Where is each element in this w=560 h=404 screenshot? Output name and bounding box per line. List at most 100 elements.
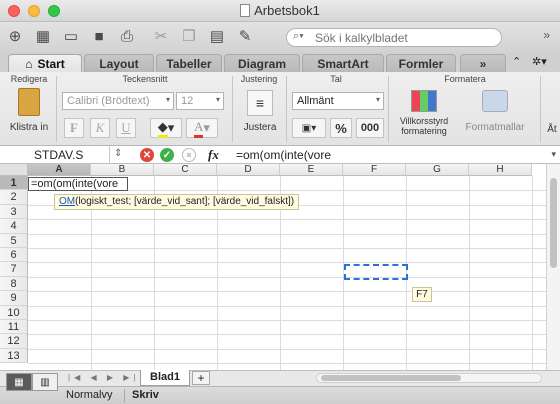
row-header-11[interactable]: 11 <box>0 320 28 335</box>
align-button[interactable]: ≡ Justera <box>238 90 282 133</box>
formula-input[interactable]: =om(om(inte(vore <box>236 148 331 162</box>
sheet-tab-blad1[interactable]: Blad1 <box>140 370 190 386</box>
toolbar-overflow-icon[interactable]: » <box>543 28 550 42</box>
row-header-6[interactable]: 6 <box>0 248 28 263</box>
paste-icon[interactable]: ▤ <box>206 26 228 46</box>
tab-label: Start <box>37 56 65 71</box>
search-box[interactable]: ⌕▾ <box>286 28 502 47</box>
column-header-d[interactable]: D <box>217 164 280 176</box>
next-group-label[interactable]: Åt <box>544 124 560 135</box>
horizontal-scroll-thumb[interactable] <box>321 375 461 381</box>
font-name-value: Calibri (Brödtext) <box>67 95 150 107</box>
spreadsheet-grid[interactable]: A B C D E F G H 1 2 3 4 5 6 7 8 9 10 11 12 13 =om(om(inte(vor… <box>0 164 546 370</box>
tab-smartart[interactable]: SmartArt <box>302 54 384 72</box>
tab-label: SmartArt <box>317 56 369 71</box>
new-document-icon[interactable]: ⊕ <box>4 26 26 46</box>
add-sheet-button[interactable]: + <box>192 371 210 385</box>
document-icon <box>240 4 251 17</box>
paste-button[interactable]: Klistra in <box>6 88 52 133</box>
currency-format-button[interactable]: ▣▾ <box>292 118 326 138</box>
templates-icon[interactable]: ▦ <box>32 26 54 46</box>
horizontal-scrollbar[interactable] <box>316 373 542 383</box>
print-icon[interactable]: ⎙ <box>116 26 138 46</box>
row-header-3[interactable]: 3 <box>0 204 28 220</box>
cancel-entry-icon[interactable]: ✕ <box>140 148 154 162</box>
fill-color-button[interactable]: ◆ ▾ <box>150 118 182 138</box>
page-layout-view-button[interactable]: ▥ <box>32 373 58 391</box>
column-header-a[interactable]: A <box>28 164 91 176</box>
search-input[interactable] <box>315 30 495 45</box>
italic-button[interactable]: K <box>90 118 110 138</box>
name-box[interactable]: STDAV.S <box>0 146 110 164</box>
thousands-separator-button[interactable]: 000 <box>356 118 384 138</box>
conditional-formatting-button[interactable]: Villkorsstyrd formatering <box>392 90 456 136</box>
cell-reference-tooltip: F7 <box>412 287 432 302</box>
marquee-selection-f7[interactable] <box>344 264 408 280</box>
sheet-navigation-arrows[interactable]: |◀ ◀ ▶ ▶| <box>68 373 139 382</box>
currency-icon: ▣▾ <box>301 122 317 134</box>
row-header-13[interactable]: 13 <box>0 348 28 364</box>
grid-row-line <box>28 348 546 350</box>
gear-icon[interactable]: ✲▾ <box>532 55 547 68</box>
bold-button[interactable]: F <box>64 118 84 138</box>
column-header-e[interactable]: E <box>280 164 343 176</box>
copy-icon[interactable]: ❐ <box>178 26 200 46</box>
tab-overflow[interactable]: » <box>460 54 506 72</box>
search-icon: ⌕▾ <box>293 30 304 42</box>
expand-formula-bar-icon[interactable]: ▾ <box>551 149 556 160</box>
insert-function-button[interactable]: fx <box>208 147 219 163</box>
conditional-formatting-label: Villkorsstyrd formatering <box>399 116 449 136</box>
row-header-5[interactable]: 5 <box>0 233 28 248</box>
ribbon-tabs: ⌂ Start Layout Tabeller Diagram SmartArt … <box>0 52 560 72</box>
percent-button[interactable]: % <box>330 118 352 138</box>
font-color-button[interactable]: A ▾ <box>186 118 218 138</box>
save-icon[interactable]: ■ <box>88 26 110 46</box>
collapse-ribbon-icon[interactable]: ⌃ <box>512 55 521 68</box>
name-box-stepper-icon[interactable]: ⇕ <box>114 148 122 159</box>
row-header-7[interactable]: 7 <box>0 262 28 277</box>
column-header-g[interactable]: G <box>406 164 469 176</box>
group-separator <box>540 76 541 142</box>
grid-row-line <box>28 262 546 264</box>
grid-row-line <box>28 320 546 321</box>
active-cell-a1[interactable]: =om(om(inte(vore <box>28 177 128 191</box>
tab-label: Diagram <box>237 56 287 71</box>
sheet-tab-bar: |◀ ◀ ▶ ▶| Blad1 + <box>0 370 560 386</box>
row-header-12[interactable]: 12 <box>0 334 28 349</box>
row-header-9[interactable]: 9 <box>0 291 28 306</box>
font-name-select[interactable]: Calibri (Brödtext) ▾ <box>62 92 174 110</box>
select-all-corner[interactable] <box>0 164 28 176</box>
normal-view-button[interactable]: ▦ <box>6 373 32 391</box>
chevron-down-icon: ▾ <box>215 95 220 104</box>
row-header-8[interactable]: 8 <box>0 276 28 292</box>
tab-tables[interactable]: Tabeller <box>156 54 222 72</box>
tab-layout[interactable]: Layout <box>84 54 154 72</box>
cut-icon[interactable]: ✂ <box>150 26 172 46</box>
format-painter-icon[interactable]: ✎ <box>234 26 256 46</box>
font-size-select[interactable]: 12 ▾ <box>176 92 224 110</box>
vertical-scrollbar[interactable] <box>546 164 560 370</box>
column-header-h[interactable]: H <box>469 164 532 176</box>
vertical-scroll-thumb[interactable] <box>550 178 557 268</box>
tab-charts[interactable]: Diagram <box>224 54 300 72</box>
equals-icon[interactable]: = <box>182 148 196 162</box>
row-header-4[interactable]: 4 <box>0 219 28 234</box>
column-header-f[interactable]: F <box>343 164 406 176</box>
tab-formulas[interactable]: Formler <box>386 54 456 72</box>
table-styles-button[interactable]: Formatmallar <box>462 90 528 133</box>
group-label-number: Tal <box>330 74 342 84</box>
row-header-10[interactable]: 10 <box>0 305 28 320</box>
underline-button[interactable]: U <box>116 118 136 138</box>
number-format-select[interactable]: Allmänt ▾ <box>292 92 384 110</box>
row-header-2[interactable]: 2 <box>0 190 28 205</box>
column-header-c[interactable]: C <box>154 164 217 176</box>
tab-start[interactable]: ⌂ Start <box>8 54 82 72</box>
group-separator <box>388 76 389 142</box>
page-layout-icon: ▥ <box>40 376 50 388</box>
column-header-b[interactable]: B <box>91 164 154 176</box>
confirm-entry-icon[interactable]: ✓ <box>160 148 174 162</box>
open-folder-icon[interactable]: ▭ <box>60 26 82 46</box>
group-separator <box>56 76 57 142</box>
function-help-link[interactable]: OM <box>59 196 75 207</box>
row-header-1[interactable]: 1 <box>0 176 28 191</box>
